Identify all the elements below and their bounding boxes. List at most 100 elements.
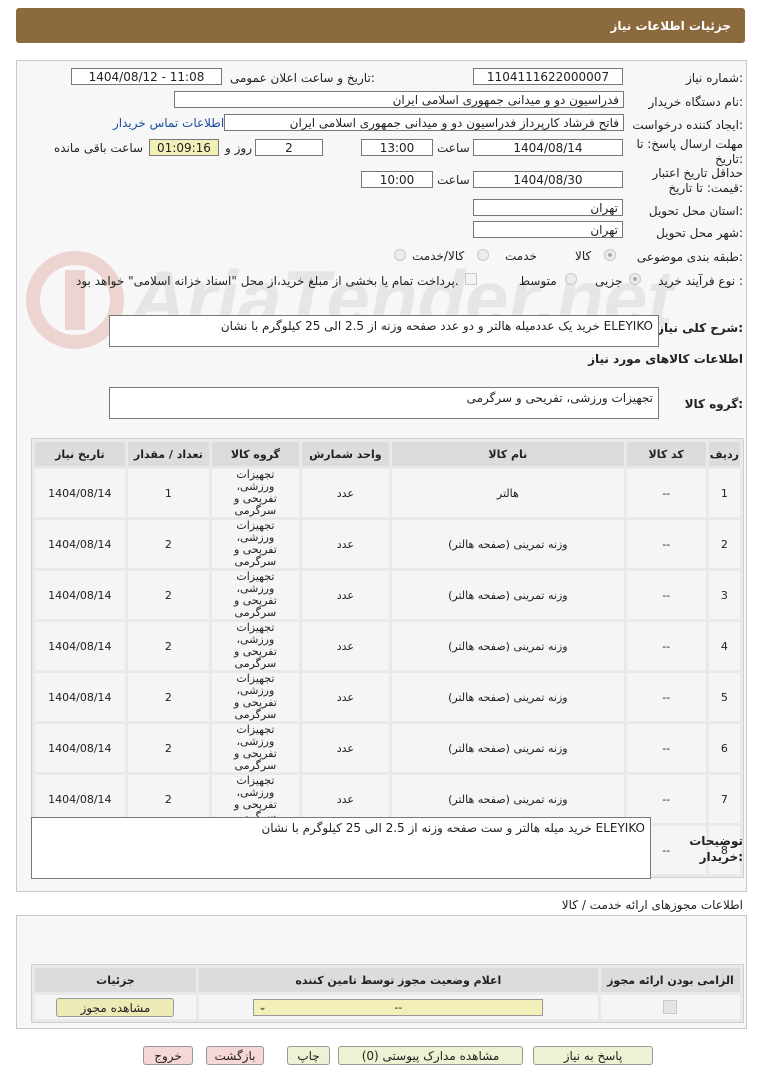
summary-textarea[interactable]: خرید یک عددمیله هالتر و دو عدد صفحه وزنه… xyxy=(109,315,659,347)
permit-required-checkbox xyxy=(663,1000,678,1014)
permits-table: الزامی بودن ارائه مجوز اعلام وضعیت مجوز … xyxy=(31,964,744,1023)
requester-label: ایجاد کننده درخواست: xyxy=(632,118,743,132)
treasury-payment-checkbox[interactable] xyxy=(465,273,477,285)
reply-button[interactable]: پاسخ به نیاز xyxy=(533,1046,653,1065)
goods-group-cell: تجهیزات ورزشی، تفریحی و سرگرمی xyxy=(212,622,299,670)
buyer-contact-link[interactable]: اطلاعات تماس خریدار xyxy=(113,116,224,130)
validity-time-field: 10:00 xyxy=(361,171,433,188)
quantity-cell: 2 xyxy=(127,673,210,721)
need-date-cell: 1404/08/14 xyxy=(35,622,125,670)
view-permit-button[interactable]: مشاهده مجوز xyxy=(56,997,175,1017)
unit-cell: عدد xyxy=(301,775,390,823)
goods-table: ردیف کد کالا نام کالا واحد شمارش گروه کا… xyxy=(31,438,744,878)
buyer-notes-textarea[interactable]: خرید میله هالتر و ست صفحه وزنه از 2.5 ال… xyxy=(31,817,651,879)
goods-code-cell: -- xyxy=(626,775,706,823)
buyer-org-field: فدراسیون دو و میدانی جمهوری اسلامی ایران xyxy=(174,91,624,108)
permit-col-status: اعلام وضعیت مجوز توسط تامین کننده xyxy=(198,968,598,992)
quantity-cell: 2 xyxy=(127,724,210,772)
row-number-cell: 3 xyxy=(708,571,740,619)
need-date-cell: 1404/08/14 xyxy=(35,469,125,517)
col-header-unit: واحد شمارش xyxy=(301,442,390,466)
goods-group-text: تجهیزات ورزشی، تفریحی و سرگرمی xyxy=(466,391,653,405)
need-date-cell: 1404/08/14 xyxy=(35,520,125,568)
province-label: استان محل تحویل: xyxy=(648,204,743,218)
col-header-code: کد کالا xyxy=(626,442,706,466)
page-title: جزئیات اطلاعات نیاز xyxy=(610,19,731,33)
quantity-cell: 2 xyxy=(127,571,210,619)
attachments-button[interactable]: مشاهده مدارک پیوستی (0) xyxy=(338,1046,523,1065)
permit-col-details: جزئیات xyxy=(35,968,196,992)
goods-group-cell: تجهیزات ورزشی، تفریحی و سرگرمی xyxy=(212,520,299,568)
need-number-field: 1104111622000007 xyxy=(473,68,623,85)
city-label: شهر محل تحویل: xyxy=(656,226,743,240)
row-number-cell: 4 xyxy=(708,622,740,670)
process-option-medium: متوسط xyxy=(519,274,557,288)
need-date-cell: 1404/08/14 xyxy=(35,724,125,772)
remaining-time-field: 01:09:16 xyxy=(149,139,219,156)
goods-name-cell: وزنه تمرینی (صفحه هالتر) xyxy=(392,571,624,619)
quantity-cell: 2 xyxy=(127,520,210,568)
row-number-cell: 2 xyxy=(708,520,740,568)
need-date-cell: 1404/08/14 xyxy=(35,571,125,619)
goods-group-textarea[interactable]: تجهیزات ورزشی، تفریحی و سرگرمی xyxy=(109,387,659,419)
exit-button[interactable]: خروج xyxy=(143,1046,193,1065)
col-header-date: تاریخ نیاز xyxy=(35,442,125,466)
goods-group-label: گروه کالا: xyxy=(684,397,743,411)
category-radio-goods[interactable] xyxy=(604,249,616,261)
goods-name-cell: وزنه تمرینی (صفحه هالتر) xyxy=(392,724,624,772)
goods-group-cell: تجهیزات ورزشی، تفریحی و سرگرمی xyxy=(212,775,299,823)
goods-code-cell: -- xyxy=(626,520,706,568)
unit-cell: عدد xyxy=(301,469,390,517)
process-radio-minor[interactable] xyxy=(629,273,641,285)
process-radio-medium[interactable] xyxy=(565,273,577,285)
goods-group-cell: تجهیزات ورزشی، تفریحی و سرگرمی xyxy=(212,673,299,721)
category-option-goods-service: کالا/خدمت xyxy=(412,249,465,263)
need-date-cell: 1404/08/14 xyxy=(35,673,125,721)
row-number-cell: 6 xyxy=(708,724,740,772)
back-button[interactable]: بازگشت xyxy=(206,1046,264,1065)
row-number-cell: 1 xyxy=(708,469,740,517)
deadline-label: مهلت ارسال پاسخ: تا تاریخ: xyxy=(636,137,743,166)
validity-time-word: ساعت xyxy=(437,173,470,187)
buyer-notes-label: توضیحات خریدار: xyxy=(689,834,743,864)
table-row: 5 -- وزنه تمرینی (صفحه هالتر) عدد تجهیزات ور… xyxy=(35,673,740,721)
validity-label: حداقل تاریخ اعتبار قیمت: تا تاریخ: xyxy=(652,166,743,195)
quantity-cell: 1 xyxy=(127,469,210,517)
goods-group-cell: تجهیزات ورزشی، تفریحی و سرگرمی xyxy=(212,469,299,517)
requester-field: فاتح فرشاد کارپرداز فدراسیون دو و میدانی… xyxy=(224,114,624,131)
goods-code-cell: -- xyxy=(626,571,706,619)
print-button[interactable]: چاپ xyxy=(287,1046,330,1065)
permit-col-required: الزامی بودن ارائه مجوز xyxy=(600,968,740,992)
unit-cell: عدد xyxy=(301,571,390,619)
goods-code-cell: -- xyxy=(626,622,706,670)
goods-info-title: اطلاعات کالاهای مورد نیاز xyxy=(588,352,743,366)
quantity-cell: 2 xyxy=(127,775,210,823)
goods-name-cell: وزنه تمرینی (صفحه هالتر) xyxy=(392,520,624,568)
table-row: 6 -- وزنه تمرینی (صفحه هالتر) عدد تجهیزات ور… xyxy=(35,724,740,772)
permit-status-select[interactable]: -- ⌄ xyxy=(253,998,544,1016)
row-number-cell: 7 xyxy=(708,775,740,823)
col-header-row: ردیف xyxy=(708,442,740,466)
unit-cell: عدد xyxy=(301,622,390,670)
goods-name-cell: وزنه تمرینی (صفحه هالتر) xyxy=(392,673,624,721)
process-option-minor: جزیی xyxy=(595,274,623,288)
permit-status-cell: -- ⌄ xyxy=(198,995,598,1019)
announce-field: 1404/08/12 - 11:08 xyxy=(71,68,222,85)
permit-required-cell xyxy=(600,995,740,1019)
days-field: 2 xyxy=(255,139,323,156)
category-radio-goods-service[interactable] xyxy=(394,249,406,261)
category-radio-service[interactable] xyxy=(477,249,489,261)
deadline-time-word: ساعت xyxy=(437,141,470,155)
permit-status-value: -- xyxy=(394,1000,403,1014)
city-field: تهران xyxy=(473,221,623,238)
need-number-label: شماره نیاز: xyxy=(685,71,743,85)
permit-details-cell: مشاهده مجوز xyxy=(35,995,196,1019)
permits-title: اطلاعات مجوزهای ارائه خدمت / کالا xyxy=(561,898,743,912)
announce-label: تاریخ و ساعت اعلان عمومی: xyxy=(230,71,375,85)
category-label: طبقه بندی موضوعی: xyxy=(636,250,743,264)
buyer-org-label: نام دستگاه خریدار: xyxy=(648,95,744,109)
row-number-cell: 5 xyxy=(708,673,740,721)
col-header-qty: تعداد / مقدار xyxy=(127,442,210,466)
summary-text: خرید یک عددمیله هالتر و دو عدد صفحه وزنه… xyxy=(220,319,653,333)
summary-label: شرح کلی نیاز: xyxy=(657,321,743,335)
